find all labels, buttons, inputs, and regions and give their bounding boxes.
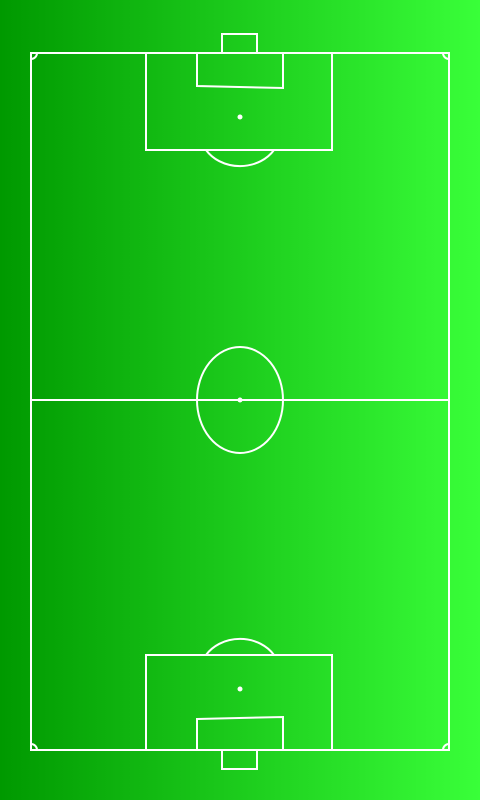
pitch-drawing	[0, 0, 480, 800]
bottom-penalty-spot	[237, 686, 243, 692]
soccer-pitch	[0, 0, 480, 800]
top-penalty-spot	[237, 114, 243, 120]
center-spot	[237, 397, 243, 403]
